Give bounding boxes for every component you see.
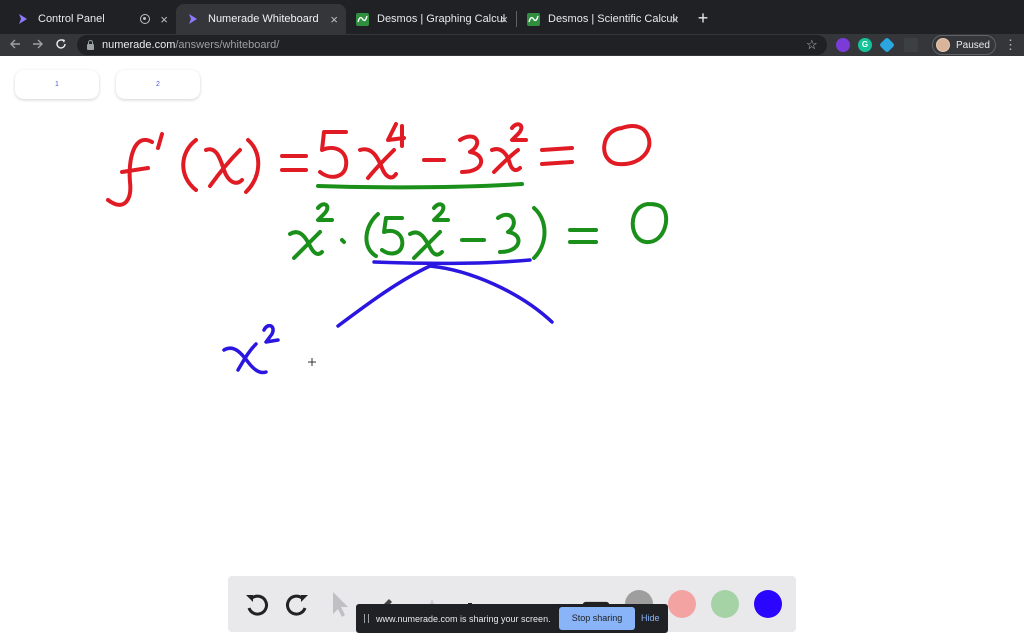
tab-desmos-scientific[interactable]: Desmos | Scientific Calculator × <box>517 4 687 34</box>
arrow-left-icon <box>10 39 20 49</box>
avatar <box>936 38 950 52</box>
extension-diamond-icon[interactable] <box>879 37 895 53</box>
color-swatch-blue[interactable] <box>754 590 782 618</box>
tab-numerade-whiteboard[interactable]: Numerade Whiteboard × <box>176 4 346 34</box>
close-tab-icon[interactable]: × <box>160 12 168 27</box>
share-message: www.numerade.com is sharing your screen. <box>376 613 551 624</box>
address-bar[interactable]: numerade.com/answers/whiteboard/ <box>77 35 827 55</box>
color-swatch-red[interactable] <box>668 590 696 618</box>
lock-icon <box>87 39 94 50</box>
screen-share-bar: www.numerade.com is sharing your screen.… <box>356 604 668 633</box>
back-button[interactable] <box>5 35 25 55</box>
green-ink <box>288 182 669 260</box>
browser-toolbar: numerade.com/answers/whiteboard/ ☆ G Pau… <box>0 34 1024 56</box>
pointer-icon[interactable] <box>326 590 354 618</box>
numerade-logo-icon <box>16 12 30 26</box>
bookmark-star-icon[interactable]: ☆ <box>806 35 818 55</box>
tab-label: Numerade Whiteboard <box>208 13 319 25</box>
extension-numerade-icon[interactable] <box>836 38 850 52</box>
close-tab-icon[interactable]: × <box>330 12 338 27</box>
tab-label: Desmos | Graphing Calculator <box>377 13 506 25</box>
stop-sharing-button[interactable]: Stop sharing <box>559 607 635 630</box>
recording-indicator-icon <box>140 14 150 24</box>
extension-grammarly-icon[interactable]: G <box>858 38 872 52</box>
undo-icon[interactable] <box>242 590 270 618</box>
whiteboard-canvas[interactable] <box>0 56 1024 640</box>
browser-tab-strip: Control Panel × Numerade Whiteboard × De… <box>0 0 1024 34</box>
desmos-logo-icon <box>356 12 369 26</box>
close-tab-icon[interactable]: × <box>500 12 508 27</box>
extension-square-icon[interactable] <box>904 38 918 52</box>
url-host: numerade.com <box>102 39 176 51</box>
drag-handle-icon[interactable] <box>364 614 369 623</box>
red-ink <box>106 122 652 207</box>
browser-menu-icon[interactable]: ⋮ <box>1004 35 1017 55</box>
url-path: /answers/whiteboard/ <box>175 39 280 51</box>
hide-button[interactable]: Hide <box>641 607 660 630</box>
tab-desmos-graphing[interactable]: Desmos | Graphing Calculator × <box>346 4 516 34</box>
close-tab-icon[interactable]: × <box>671 12 679 27</box>
profile-status: Paused <box>956 39 990 51</box>
forward-button[interactable] <box>28 35 48 55</box>
profile-button[interactable]: Paused <box>932 35 996 55</box>
tab-control-panel[interactable]: Control Panel × <box>6 4 176 34</box>
crosshair-icon <box>308 358 316 366</box>
desmos-logo-icon <box>527 12 540 26</box>
tab-label: Desmos | Scientific Calculator <box>548 13 677 25</box>
tab-label: Control Panel <box>38 13 105 25</box>
blue-ink <box>222 258 554 375</box>
reload-button[interactable] <box>51 35 71 55</box>
color-swatch-green[interactable] <box>711 590 739 618</box>
new-tab-button[interactable]: + <box>693 8 713 28</box>
reload-icon <box>56 39 66 49</box>
redo-icon[interactable] <box>284 590 312 618</box>
numerade-logo-icon <box>186 12 200 26</box>
arrow-right-icon <box>33 39 43 49</box>
handwriting-ink <box>106 122 669 375</box>
